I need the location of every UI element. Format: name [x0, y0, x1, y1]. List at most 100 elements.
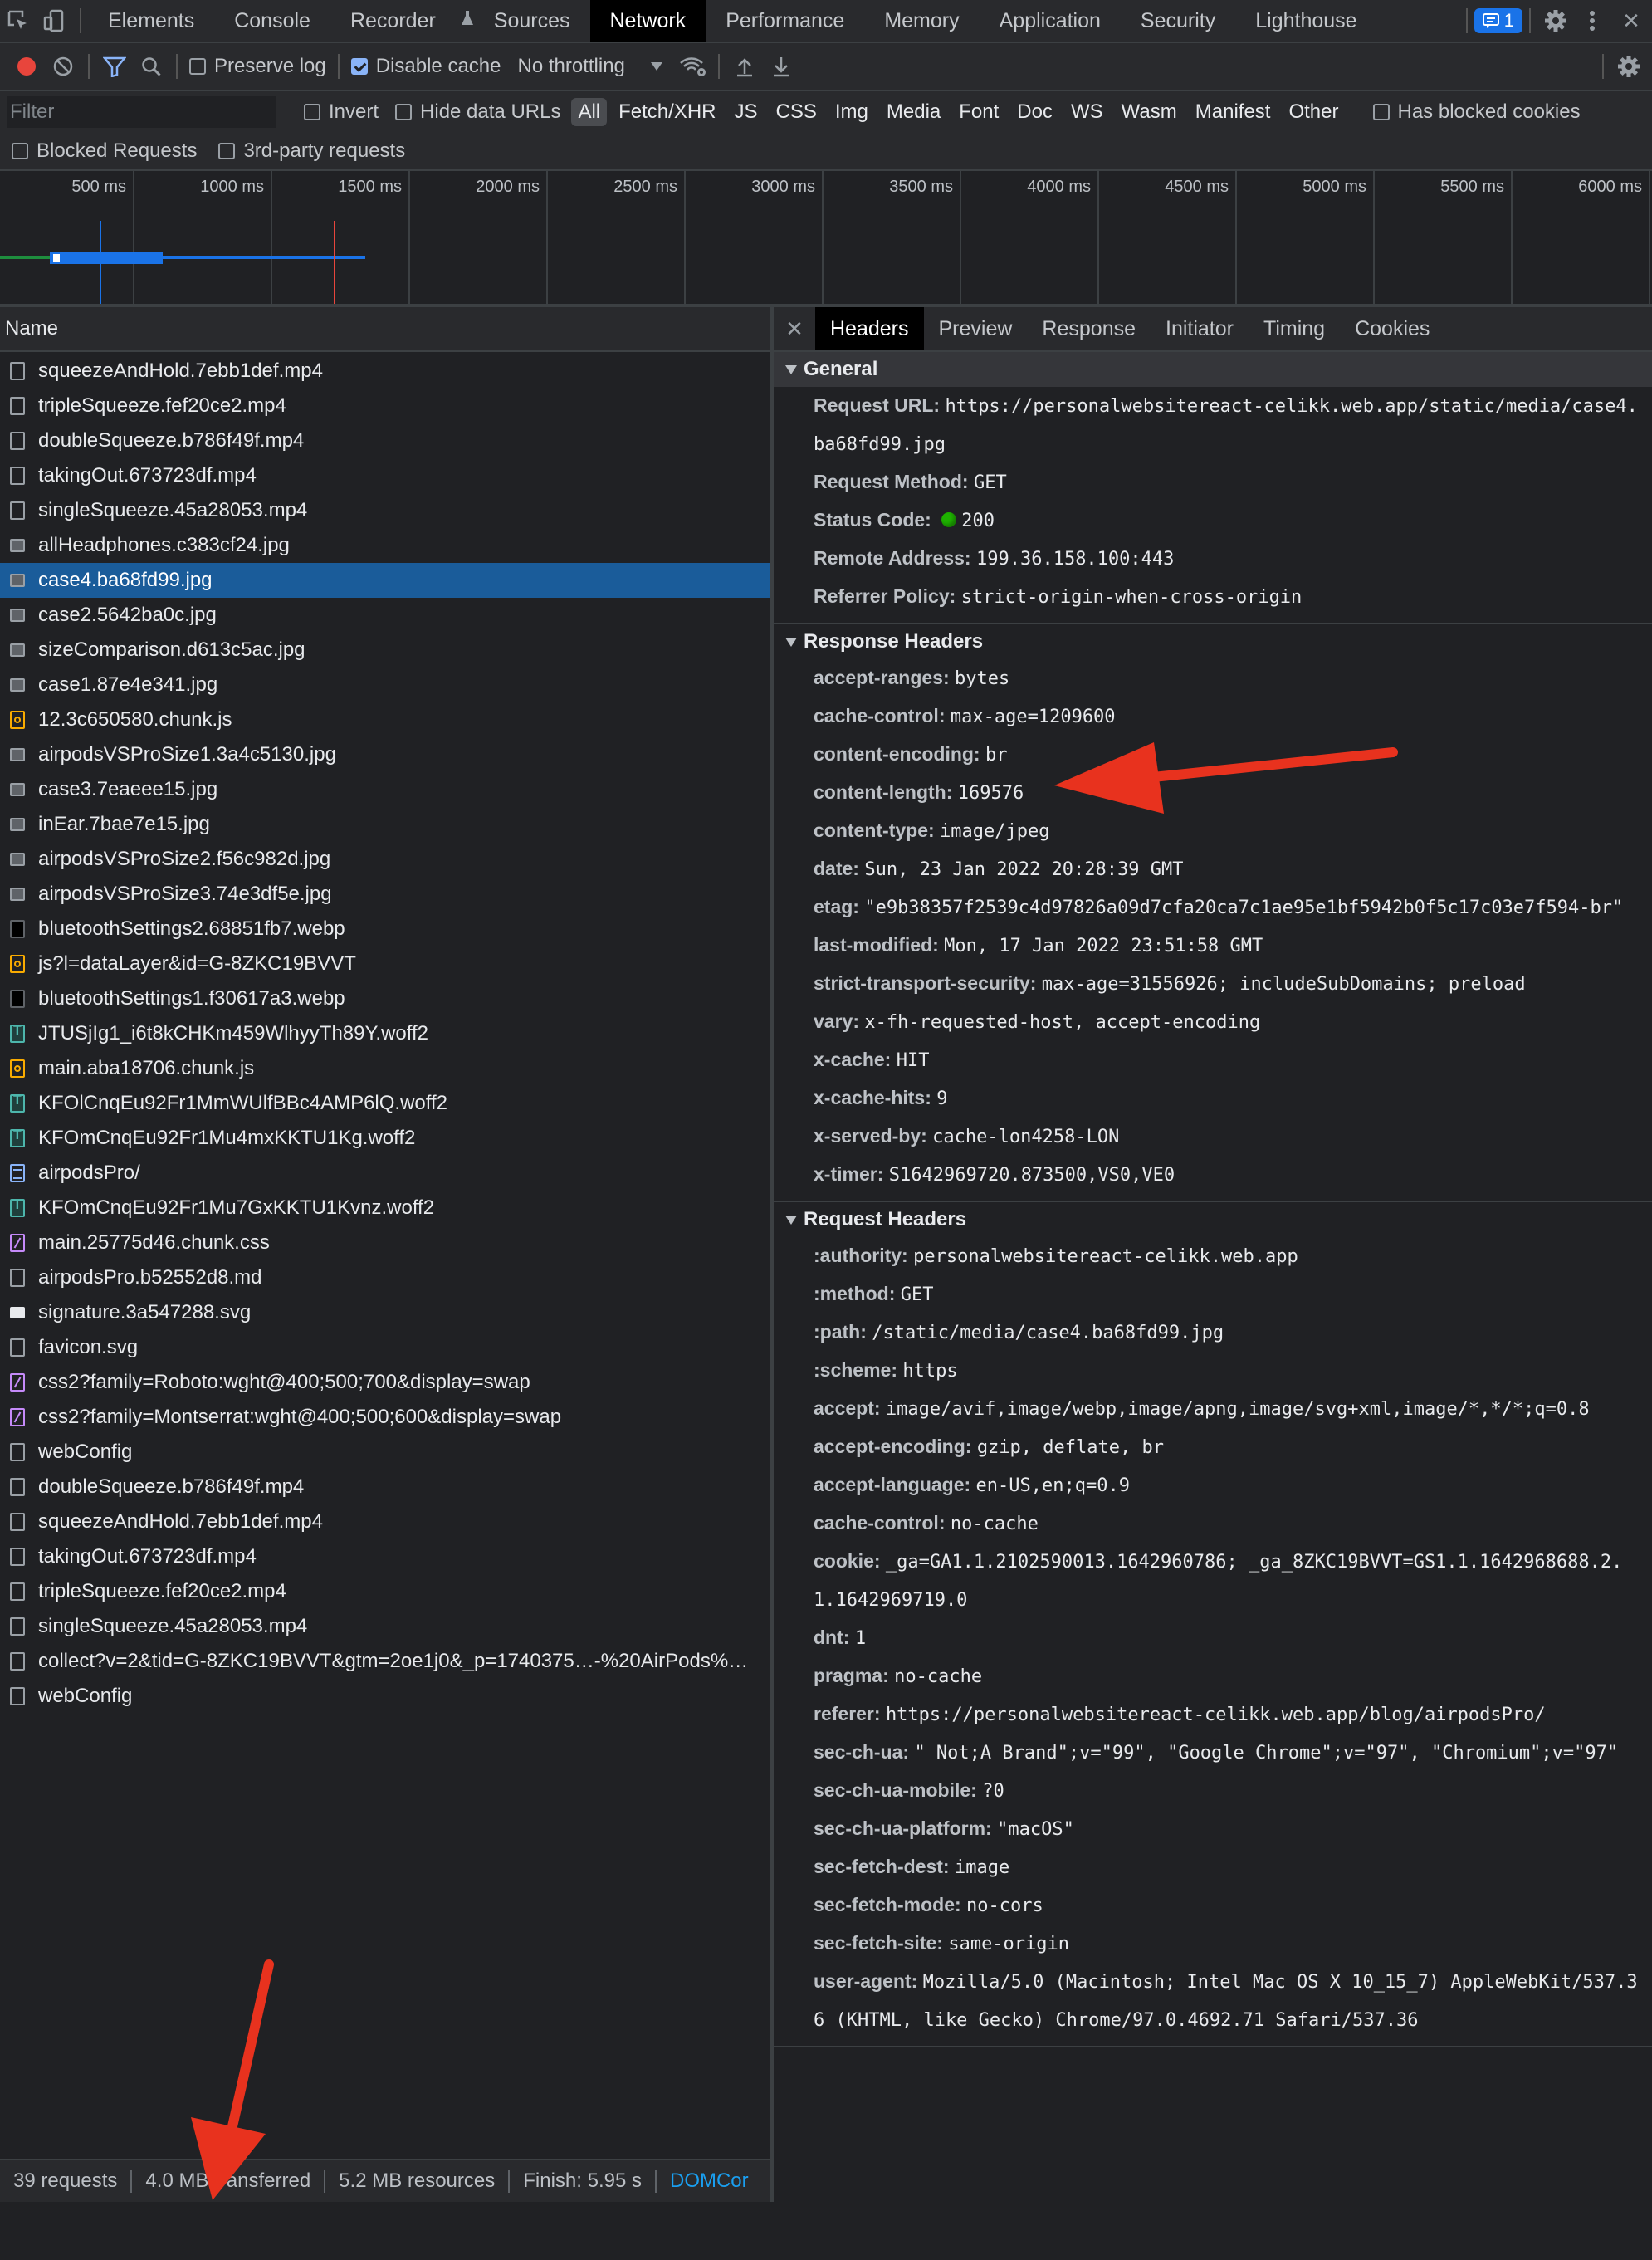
header-value[interactable]: personalwebsitereact-celikk.web.app	[913, 1246, 1298, 1267]
filter-type-fetch-xhr[interactable]: Fetch/XHR	[612, 98, 722, 126]
tab-console[interactable]: Console	[214, 0, 330, 42]
request-row[interactable]: allHeadphones.c383cf24.jpg	[0, 528, 770, 563]
header-value[interactable]: br	[985, 745, 1008, 766]
preserve-log-toggle[interactable]: Preserve log	[189, 55, 326, 78]
device-toolbar-icon[interactable]	[37, 2, 73, 39]
header-value[interactable]: max-age=31556926; includeSubDomains; pre…	[1042, 974, 1526, 995]
header-value[interactable]: image	[955, 1857, 1009, 1878]
request-row[interactable]: tripleSqueeze.fef20ce2.mp4	[0, 1574, 770, 1609]
header-value[interactable]: Mon, 17 Jan 2022 23:51:58 GMT	[944, 936, 1263, 956]
request-row[interactable]: case4.ba68fd99.jpg	[0, 563, 770, 598]
network-settings-gear-icon[interactable]	[1610, 48, 1647, 85]
filter-type-wasm[interactable]: Wasm	[1115, 98, 1184, 126]
request-row[interactable]: webConfig	[0, 1679, 770, 1714]
filter-type-media[interactable]: Media	[880, 98, 947, 126]
filter-type-js[interactable]: JS	[728, 98, 765, 126]
request-row[interactable]: tripleSqueeze.fef20ce2.mp4	[0, 389, 770, 423]
hide-data-urls-checkbox[interactable]	[395, 104, 413, 120]
header-value[interactable]: cache-lon4258-LON	[932, 1127, 1119, 1147]
header-value[interactable]: no-cors	[966, 1896, 1043, 1916]
request-row[interactable]: case2.5642ba0c.jpg	[0, 598, 770, 633]
header-value[interactable]: "e9b38357f2539c4d97826a09d7cfa20ca7c1ae9…	[864, 898, 1623, 918]
import-har-icon[interactable]	[726, 48, 763, 85]
header-value[interactable]: bytes	[955, 668, 1009, 689]
details-tab-initiator[interactable]: Initiator	[1151, 307, 1249, 350]
third-party-checkbox[interactable]	[218, 143, 236, 159]
filter-type-font[interactable]: Font	[952, 98, 1005, 126]
tab-application[interactable]: Application	[980, 0, 1121, 42]
tab-lighthouse[interactable]: Lighthouse	[1235, 0, 1376, 42]
header-value[interactable]: 1	[855, 1628, 866, 1649]
network-conditions-icon[interactable]	[675, 48, 711, 85]
request-row[interactable]: JTUSjIg1_i6t8kCHKm459WlhyyTh89Y.woff2	[0, 1016, 770, 1051]
blocked-requests-toggle[interactable]: Blocked Requests	[12, 139, 197, 163]
header-value[interactable]: no-cache	[951, 1514, 1039, 1534]
filter-type-doc[interactable]: Doc	[1010, 98, 1059, 126]
details-tab-preview[interactable]: Preview	[924, 307, 1028, 350]
request-row[interactable]: KFOmCnqEu92Fr1Mu4mxKKTU1Kg.woff2	[0, 1121, 770, 1156]
header-value[interactable]: gzip, deflate, br	[977, 1437, 1164, 1458]
filter-type-all[interactable]: All	[571, 98, 608, 126]
request-row[interactable]: airpodsPro/	[0, 1156, 770, 1191]
request-row[interactable]: main.aba18706.chunk.js	[0, 1051, 770, 1086]
request-row[interactable]: collect?v=2&tid=G-8ZKC19BVVT&gtm=2oe1j0&…	[0, 1644, 770, 1679]
has-blocked-cookies-toggle[interactable]: Has blocked cookies	[1372, 100, 1581, 124]
third-party-toggle[interactable]: 3rd-party requests	[218, 139, 405, 163]
filter-type-css[interactable]: CSS	[770, 98, 824, 126]
record-icon[interactable]	[8, 48, 45, 85]
header-value[interactable]: same-origin	[948, 1934, 1069, 1954]
details-tab-response[interactable]: Response	[1027, 307, 1151, 350]
request-row[interactable]: doubleSqueeze.b786f49f.mp4	[0, 1470, 770, 1504]
request-row[interactable]: singleSqueeze.45a28053.mp4	[0, 493, 770, 528]
request-row[interactable]: KFOlCnqEu92Fr1MmWUlfBBc4AMP6lQ.woff2	[0, 1086, 770, 1121]
blocked-requests-checkbox[interactable]	[12, 143, 28, 159]
header-value[interactable]: image/avif,image/webp,image/apng,image/s…	[886, 1399, 1590, 1420]
request-row[interactable]: inEar.7bae7e15.jpg	[0, 807, 770, 842]
tab-recorder[interactable]: Recorder	[330, 0, 456, 42]
settings-gear-icon[interactable]	[1537, 2, 1574, 39]
header-value[interactable]: HIT	[897, 1050, 930, 1071]
tab-memory[interactable]: Memory	[864, 0, 979, 42]
details-tab-timing[interactable]: Timing	[1249, 307, 1340, 350]
request-row[interactable]: takingOut.673723df.mp4	[0, 458, 770, 493]
preserve-log-checkbox[interactable]	[189, 58, 206, 75]
filter-type-other[interactable]: Other	[1282, 98, 1345, 126]
request-row[interactable]: KFOmCnqEu92Fr1Mu7GxKKTU1Kvnz.woff2	[0, 1191, 770, 1225]
name-column-header[interactable]: Name	[0, 307, 770, 352]
has-blocked-cookies-checkbox[interactable]	[1372, 104, 1390, 120]
request-row[interactable]: airpodsVSProSize1.3a4c5130.jpg	[0, 737, 770, 772]
request-row[interactable]: css2?family=Roboto:wght@400;500;700&disp…	[0, 1365, 770, 1400]
request-row[interactable]: case1.87e4e341.jpg	[0, 668, 770, 702]
request-row[interactable]: singleSqueeze.45a28053.mp4	[0, 1609, 770, 1644]
request-row[interactable]: bluetoothSettings2.68851fb7.webp	[0, 912, 770, 947]
header-value[interactable]: " Not;A Brand";v="99", "Google Chrome";v…	[914, 1743, 1618, 1763]
header-value[interactable]: strict-origin-when-cross-origin	[961, 587, 1303, 608]
filter-icon[interactable]	[96, 48, 133, 85]
tab-elements[interactable]: Elements	[88, 0, 214, 42]
request-row[interactable]: takingOut.673723df.mp4	[0, 1539, 770, 1574]
throttling-select[interactable]: No throttling	[517, 55, 662, 78]
request-row[interactable]: main.25775d46.chunk.css	[0, 1225, 770, 1260]
clear-icon[interactable]	[45, 48, 81, 85]
header-value[interactable]: 9	[936, 1088, 947, 1109]
header-value[interactable]: https	[902, 1361, 957, 1382]
filter-type-ws[interactable]: WS	[1064, 98, 1110, 126]
header-value[interactable]: 169576	[958, 783, 1024, 804]
request-row[interactable]: case3.7eaeee15.jpg	[0, 772, 770, 807]
response-headers-header[interactable]: Response Headers	[774, 624, 1652, 659]
header-value[interactable]: _ga=GA1.1.2102590013.1642960786; _ga_8ZK…	[814, 1552, 1622, 1611]
request-headers-header[interactable]: Request Headers	[774, 1202, 1652, 1237]
request-row[interactable]: squeezeAndHold.7ebb1def.mp4	[0, 354, 770, 389]
header-value[interactable]: 200	[961, 511, 995, 531]
filter-input[interactable]: Filter	[7, 96, 276, 128]
request-row[interactable]: signature.3a547288.svg	[0, 1295, 770, 1330]
details-tab-headers[interactable]: Headers	[815, 307, 924, 350]
header-value[interactable]: en-US,en;q=0.9	[976, 1475, 1130, 1496]
header-value[interactable]: "macOS"	[997, 1819, 1074, 1840]
tab-security[interactable]: Security	[1121, 0, 1235, 42]
request-row[interactable]: airpodsVSProSize3.74e3df5e.jpg	[0, 877, 770, 912]
header-value[interactable]: Sun, 23 Jan 2022 20:28:39 GMT	[864, 859, 1183, 880]
request-row[interactable]: squeezeAndHold.7ebb1def.mp4	[0, 1504, 770, 1539]
close-details-icon[interactable]: ✕	[774, 316, 815, 342]
invert-toggle[interactable]: Invert	[304, 100, 379, 124]
